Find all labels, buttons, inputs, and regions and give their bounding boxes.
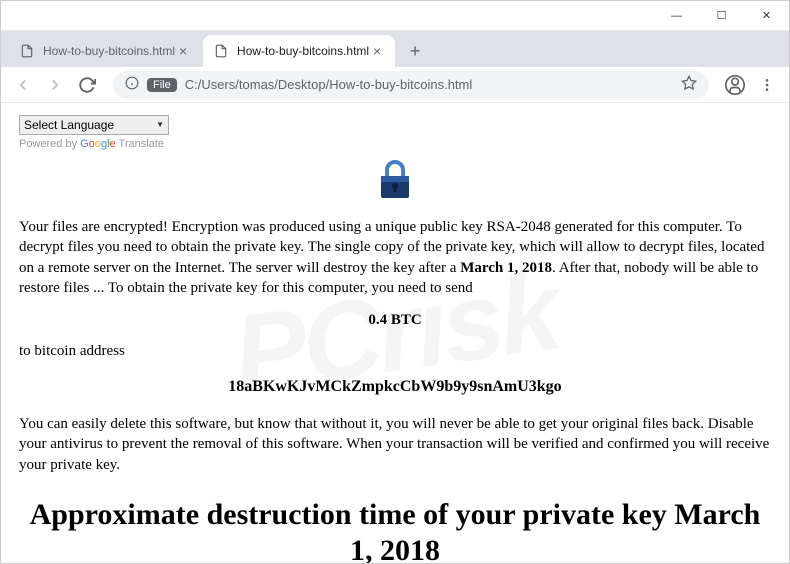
tab-close-icon[interactable]: × — [175, 43, 191, 59]
file-icon — [213, 43, 229, 59]
address-bar[interactable]: File C:/Users/tomas/Desktop/How-to-buy-b… — [113, 71, 709, 99]
language-select-label: Select Language — [24, 118, 114, 132]
back-button[interactable] — [9, 71, 37, 99]
menu-button[interactable] — [753, 71, 781, 99]
tab-strip: How-to-buy-bitcoins.html × How-to-buy-bi… — [1, 31, 789, 67]
browser-toolbar: File C:/Users/tomas/Desktop/How-to-buy-b… — [1, 67, 789, 103]
browser-tab-active[interactable]: How-to-buy-bitcoins.html × — [203, 35, 395, 67]
bookmark-star-icon[interactable] — [681, 75, 697, 94]
tab-title: How-to-buy-bitcoins.html — [43, 44, 175, 58]
to-address-label: to bitcoin address — [19, 343, 771, 360]
window-titlebar: — ☐ ✕ — [1, 1, 789, 31]
btc-amount: 0.4 BTC — [19, 312, 771, 329]
info-icon — [125, 76, 139, 93]
close-button[interactable]: ✕ — [744, 1, 789, 31]
language-select[interactable]: Select Language — [19, 115, 169, 135]
new-tab-button[interactable]: + — [401, 37, 429, 65]
destruction-heading: Approximate destruction time of your pri… — [19, 497, 771, 563]
page-content: PCrisk Select Language Powered by Google… — [1, 103, 789, 563]
minimize-button[interactable]: — — [654, 1, 699, 31]
bitcoin-address: 18aBKwKJvMCkZmpkcCbW9b9y9snAmU3kgo — [19, 378, 771, 396]
file-icon — [19, 43, 35, 59]
ransom-paragraph-2: You can easily delete this software, but… — [19, 414, 771, 475]
reload-button[interactable] — [73, 71, 101, 99]
forward-button[interactable] — [41, 71, 69, 99]
tab-close-icon[interactable]: × — [369, 43, 385, 59]
powered-by-text: Powered by Google Translate — [19, 138, 771, 150]
ransom-paragraph-1: Your files are encrypted! Encryption was… — [19, 217, 771, 298]
profile-button[interactable] — [721, 71, 749, 99]
browser-tab-inactive[interactable]: How-to-buy-bitcoins.html × — [9, 35, 201, 67]
lock-icon — [19, 158, 771, 205]
tab-title: How-to-buy-bitcoins.html — [237, 44, 369, 58]
url-text: C:/Users/tomas/Desktop/How-to-buy-bitcoi… — [185, 77, 681, 92]
maximize-button[interactable]: ☐ — [699, 1, 744, 31]
file-scheme-badge: File — [147, 78, 177, 92]
